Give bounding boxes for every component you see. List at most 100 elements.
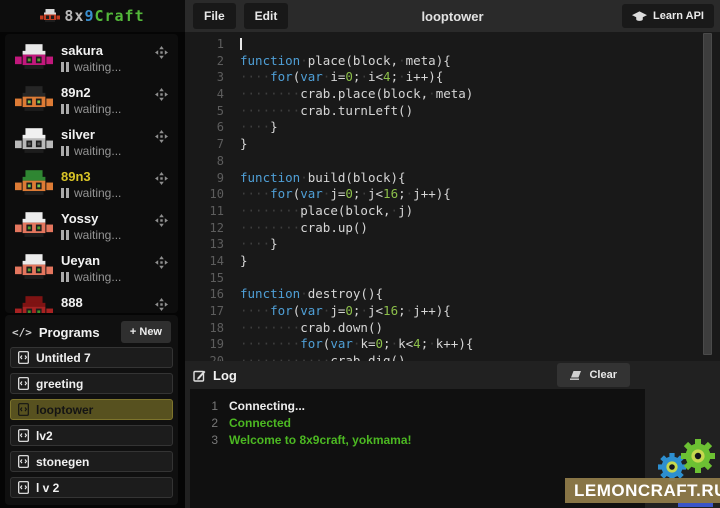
line-number: 14 — [185, 253, 233, 270]
pause-icon — [61, 272, 69, 282]
new-program-button[interactable]: + New — [121, 321, 171, 343]
player-list-item[interactable]: sakura waiting... — [5, 37, 178, 79]
watermark-strip — [678, 503, 713, 507]
code-line: 15 — [185, 270, 720, 287]
program-list: Untitled 7 greeting looptower lv2 — [9, 347, 174, 498]
programs-header: </> Programs + New — [9, 319, 174, 345]
learn-api-button[interactable]: Learn API — [622, 4, 714, 28]
code-editor[interactable]: 1 2 function·place(block,·meta){ 3 ····f… — [185, 32, 720, 361]
move-handle-icon[interactable] — [155, 130, 168, 148]
app-title: 8x9Craft — [64, 7, 144, 25]
code-file-icon — [18, 455, 29, 468]
log-title: Log — [193, 368, 237, 383]
code-line: 8 — [185, 153, 720, 170]
player-list-item[interactable]: 89n2 waiting... — [5, 79, 178, 121]
player-list-item[interactable]: Ueyan waiting... — [5, 247, 178, 289]
player-status: waiting... — [61, 102, 121, 116]
watermark-text: LEMONCRAFT.RU — [565, 481, 720, 501]
player-list-item[interactable]: 888 waiting... — [5, 289, 178, 313]
line-number: 4 — [185, 86, 233, 103]
top-bar: 8x9Craft File Edit looptower Learn API — [0, 0, 720, 32]
line-number: 10 — [185, 186, 233, 203]
code-text: ····} — [233, 119, 278, 136]
line-number: 1 — [185, 36, 233, 53]
move-handle-icon[interactable] — [155, 214, 168, 232]
clear-log-button[interactable]: Clear — [557, 363, 630, 387]
code-text: ········for(var·k=0;·k<4;·k++){ — [233, 336, 473, 353]
code-text: function·place(block,·meta){ — [233, 53, 451, 70]
move-handle-icon[interactable] — [155, 298, 168, 313]
code-line: 18 ········crab.down() — [185, 320, 720, 337]
code-text: ····} — [233, 236, 278, 253]
green-gear-icon — [681, 439, 715, 473]
code-text: ········crab.place(block,·meta) — [233, 86, 473, 103]
line-number: 3 — [185, 69, 233, 86]
crab-avatar-icon — [15, 44, 53, 76]
log-entry-number: 2 — [190, 415, 218, 432]
move-handle-icon[interactable] — [155, 46, 168, 64]
code-line: 4 ········crab.place(block,·meta) — [185, 86, 720, 103]
code-text — [233, 270, 240, 287]
player-list-item[interactable]: 89n3 waiting... — [5, 163, 178, 205]
edit-menu-button[interactable]: Edit — [244, 3, 289, 29]
pause-icon — [61, 188, 69, 198]
line-number: 11 — [185, 203, 233, 220]
program-list-item[interactable]: stonegen — [10, 451, 173, 472]
menu-bar: File Edit looptower Learn API — [185, 0, 720, 32]
code-text: function·destroy(){ — [233, 286, 383, 303]
crab-avatar-icon — [15, 296, 53, 313]
program-list-item[interactable]: Untitled 7 — [10, 347, 173, 368]
code-file-icon — [18, 429, 29, 442]
code-line: 11 ········place(block,·j) — [185, 203, 720, 220]
move-handle-icon[interactable] — [155, 256, 168, 274]
program-list-item[interactable]: lv2 — [10, 425, 173, 446]
program-list-item[interactable]: greeting — [10, 373, 173, 394]
player-name: silver — [61, 127, 95, 142]
code-icon: </> — [12, 326, 32, 339]
log-header: Log Clear — [185, 361, 720, 389]
player-status: waiting... — [61, 270, 121, 284]
code-line: 1 — [185, 36, 720, 53]
player-status: waiting... — [61, 228, 121, 242]
player-status: waiting... — [61, 144, 121, 158]
edit-note-icon — [193, 369, 206, 382]
code-line: 20 ············crab.dig() — [185, 353, 720, 361]
line-number: 5 — [185, 103, 233, 120]
file-menu-button[interactable]: File — [193, 3, 236, 29]
crab-avatar-icon — [15, 128, 53, 160]
player-list-item[interactable]: silver waiting... — [5, 121, 178, 163]
code-file-icon — [18, 377, 29, 390]
log-entry-number: 1 — [190, 398, 218, 415]
graduation-cap-icon — [632, 11, 647, 22]
player-name: 89n3 — [61, 169, 91, 184]
code-line: 3 ····for(var·i=0;·i<4;·i++){ — [185, 69, 720, 86]
player-status: waiting... — [61, 312, 121, 313]
log-entry: 3 Welcome to 8x9craft, yokmama! — [190, 432, 645, 449]
move-handle-icon[interactable] — [155, 88, 168, 106]
log-entry-number: 3 — [190, 432, 218, 449]
pause-icon — [61, 104, 69, 114]
code-text: } — [233, 136, 248, 153]
code-text: ············crab.dig() — [233, 353, 406, 361]
player-status: waiting... — [61, 60, 121, 74]
pause-icon — [61, 146, 69, 156]
code-line: 10 ····for(var·j=0;·j<16;·j++){ — [185, 186, 720, 203]
watermark-banner: LEMONCRAFT.RU — [565, 478, 720, 503]
player-name: sakura — [61, 43, 103, 58]
line-number: 7 — [185, 136, 233, 153]
line-number: 20 — [185, 353, 233, 361]
code-file-icon — [18, 351, 29, 364]
move-handle-icon[interactable] — [155, 172, 168, 190]
program-list-item[interactable]: l v 2 — [10, 477, 173, 498]
line-number: 16 — [185, 286, 233, 303]
code-text: ········crab.up() — [233, 220, 368, 237]
code-text: } — [233, 253, 248, 270]
player-list-item[interactable]: Yossy waiting... — [5, 205, 178, 247]
crab-avatar-icon — [15, 254, 53, 286]
code-text: ····for(var·i=0;·i<4;·i++){ — [233, 69, 443, 86]
editor-scrollbar[interactable] — [703, 33, 712, 355]
program-list-item[interactable]: looptower — [10, 399, 173, 420]
player-name: 888 — [61, 295, 83, 310]
code-line: 12 ········crab.up() — [185, 220, 720, 237]
pause-icon — [61, 62, 69, 72]
